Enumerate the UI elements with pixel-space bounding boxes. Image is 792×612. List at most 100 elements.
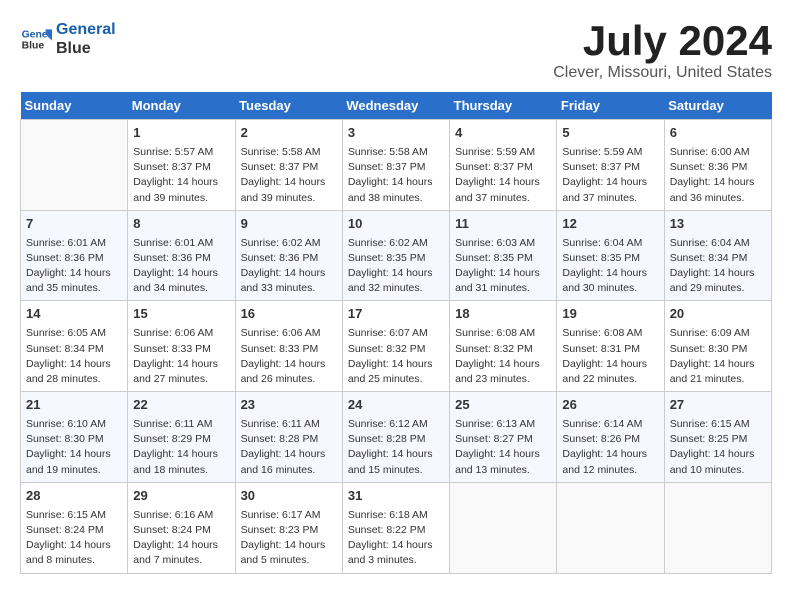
sunset-text: Sunset: 8:28 PM: [348, 433, 426, 445]
calendar-cell: 6 Sunrise: 6:00 AM Sunset: 8:36 PM Dayli…: [664, 120, 771, 211]
weekday-header: Tuesday: [235, 92, 342, 120]
month-year-title: July 2024: [553, 20, 772, 62]
sunrise-text: Sunrise: 6:01 AM: [133, 237, 213, 249]
day-number: 22: [133, 396, 229, 415]
sunset-text: Sunset: 8:31 PM: [562, 343, 640, 355]
calendar-cell: 27 Sunrise: 6:15 AM Sunset: 8:25 PM Dayl…: [664, 392, 771, 483]
daylight-text: Daylight: 14 hours and 29 minutes.: [670, 267, 755, 294]
sunrise-text: Sunrise: 6:16 AM: [133, 509, 213, 521]
daylight-text: Daylight: 14 hours and 18 minutes.: [133, 448, 218, 475]
day-number: 7: [26, 215, 122, 234]
sunrise-text: Sunrise: 6:07 AM: [348, 327, 428, 339]
logo-text-general: General: [56, 20, 116, 39]
weekday-header: Wednesday: [342, 92, 449, 120]
calendar-cell: 17 Sunrise: 6:07 AM Sunset: 8:32 PM Dayl…: [342, 301, 449, 392]
day-number: 16: [241, 305, 337, 324]
sunset-text: Sunset: 8:35 PM: [455, 252, 533, 264]
calendar-cell: 12 Sunrise: 6:04 AM Sunset: 8:35 PM Dayl…: [557, 210, 664, 301]
calendar-cell: 5 Sunrise: 5:59 AM Sunset: 8:37 PM Dayli…: [557, 120, 664, 211]
day-number: 5: [562, 124, 658, 143]
sunset-text: Sunset: 8:37 PM: [562, 161, 640, 173]
sunrise-text: Sunrise: 6:10 AM: [26, 418, 106, 430]
calendar-cell: 1 Sunrise: 5:57 AM Sunset: 8:37 PM Dayli…: [128, 120, 235, 211]
sunset-text: Sunset: 8:37 PM: [455, 161, 533, 173]
title-area: July 2024 Clever, Missouri, United State…: [553, 20, 772, 82]
day-number: 9: [241, 215, 337, 234]
page-header: General Blue General Blue July 2024 Clev…: [20, 20, 772, 82]
sunrise-text: Sunrise: 6:06 AM: [133, 327, 213, 339]
sunset-text: Sunset: 8:28 PM: [241, 433, 319, 445]
calendar-cell: 7 Sunrise: 6:01 AM Sunset: 8:36 PM Dayli…: [21, 210, 128, 301]
day-number: 3: [348, 124, 444, 143]
calendar-cell: [21, 120, 128, 211]
daylight-text: Daylight: 14 hours and 36 minutes.: [670, 176, 755, 203]
daylight-text: Daylight: 14 hours and 30 minutes.: [562, 267, 647, 294]
daylight-text: Daylight: 14 hours and 5 minutes.: [241, 539, 326, 566]
sunset-text: Sunset: 8:25 PM: [670, 433, 748, 445]
daylight-text: Daylight: 14 hours and 39 minutes.: [133, 176, 218, 203]
sunrise-text: Sunrise: 6:03 AM: [455, 237, 535, 249]
sunset-text: Sunset: 8:37 PM: [348, 161, 426, 173]
logo-text-blue: Blue: [56, 39, 116, 58]
calendar-cell: 21 Sunrise: 6:10 AM Sunset: 8:30 PM Dayl…: [21, 392, 128, 483]
sunrise-text: Sunrise: 6:09 AM: [670, 327, 750, 339]
day-number: 21: [26, 396, 122, 415]
sunrise-text: Sunrise: 6:15 AM: [670, 418, 750, 430]
location-subtitle: Clever, Missouri, United States: [553, 64, 772, 82]
sunrise-text: Sunrise: 6:14 AM: [562, 418, 642, 430]
calendar-cell: 2 Sunrise: 5:58 AM Sunset: 8:37 PM Dayli…: [235, 120, 342, 211]
sunrise-text: Sunrise: 6:13 AM: [455, 418, 535, 430]
sunset-text: Sunset: 8:30 PM: [670, 343, 748, 355]
weekday-header: Friday: [557, 92, 664, 120]
daylight-text: Daylight: 14 hours and 15 minutes.: [348, 448, 433, 475]
calendar-cell: 9 Sunrise: 6:02 AM Sunset: 8:36 PM Dayli…: [235, 210, 342, 301]
day-number: 2: [241, 124, 337, 143]
day-number: 26: [562, 396, 658, 415]
daylight-text: Daylight: 14 hours and 25 minutes.: [348, 358, 433, 385]
daylight-text: Daylight: 14 hours and 33 minutes.: [241, 267, 326, 294]
daylight-text: Daylight: 14 hours and 27 minutes.: [133, 358, 218, 385]
sunrise-text: Sunrise: 5:59 AM: [562, 146, 642, 158]
sunset-text: Sunset: 8:35 PM: [562, 252, 640, 264]
sunrise-text: Sunrise: 6:01 AM: [26, 237, 106, 249]
calendar-cell: 15 Sunrise: 6:06 AM Sunset: 8:33 PM Dayl…: [128, 301, 235, 392]
sunset-text: Sunset: 8:30 PM: [26, 433, 104, 445]
sunset-text: Sunset: 8:36 PM: [670, 161, 748, 173]
calendar-cell: 23 Sunrise: 6:11 AM Sunset: 8:28 PM Dayl…: [235, 392, 342, 483]
daylight-text: Daylight: 14 hours and 39 minutes.: [241, 176, 326, 203]
daylight-text: Daylight: 14 hours and 32 minutes.: [348, 267, 433, 294]
calendar-cell: 11 Sunrise: 6:03 AM Sunset: 8:35 PM Dayl…: [450, 210, 557, 301]
day-number: 18: [455, 305, 551, 324]
calendar-cell: 16 Sunrise: 6:06 AM Sunset: 8:33 PM Dayl…: [235, 301, 342, 392]
calendar-cell: 25 Sunrise: 6:13 AM Sunset: 8:27 PM Dayl…: [450, 392, 557, 483]
daylight-text: Daylight: 14 hours and 31 minutes.: [455, 267, 540, 294]
sunset-text: Sunset: 8:35 PM: [348, 252, 426, 264]
daylight-text: Daylight: 14 hours and 26 minutes.: [241, 358, 326, 385]
calendar-cell: 10 Sunrise: 6:02 AM Sunset: 8:35 PM Dayl…: [342, 210, 449, 301]
day-number: 12: [562, 215, 658, 234]
day-number: 13: [670, 215, 766, 234]
daylight-text: Daylight: 14 hours and 7 minutes.: [133, 539, 218, 566]
day-number: 11: [455, 215, 551, 234]
day-number: 27: [670, 396, 766, 415]
weekday-header: Thursday: [450, 92, 557, 120]
calendar-cell: [664, 482, 771, 573]
sunset-text: Sunset: 8:36 PM: [241, 252, 319, 264]
weekday-header: Saturday: [664, 92, 771, 120]
sunset-text: Sunset: 8:22 PM: [348, 524, 426, 536]
calendar-table: SundayMondayTuesdayWednesdayThursdayFrid…: [20, 92, 772, 574]
daylight-text: Daylight: 14 hours and 12 minutes.: [562, 448, 647, 475]
calendar-cell: 22 Sunrise: 6:11 AM Sunset: 8:29 PM Dayl…: [128, 392, 235, 483]
sunrise-text: Sunrise: 6:05 AM: [26, 327, 106, 339]
calendar-cell: 31 Sunrise: 6:18 AM Sunset: 8:22 PM Dayl…: [342, 482, 449, 573]
sunrise-text: Sunrise: 6:11 AM: [133, 418, 212, 430]
calendar-cell: 28 Sunrise: 6:15 AM Sunset: 8:24 PM Dayl…: [21, 482, 128, 573]
daylight-text: Daylight: 14 hours and 21 minutes.: [670, 358, 755, 385]
daylight-text: Daylight: 14 hours and 37 minutes.: [562, 176, 647, 203]
calendar-cell: [450, 482, 557, 573]
calendar-cell: 29 Sunrise: 6:16 AM Sunset: 8:24 PM Dayl…: [128, 482, 235, 573]
calendar-cell: 18 Sunrise: 6:08 AM Sunset: 8:32 PM Dayl…: [450, 301, 557, 392]
day-number: 15: [133, 305, 229, 324]
day-number: 17: [348, 305, 444, 324]
daylight-text: Daylight: 14 hours and 37 minutes.: [455, 176, 540, 203]
